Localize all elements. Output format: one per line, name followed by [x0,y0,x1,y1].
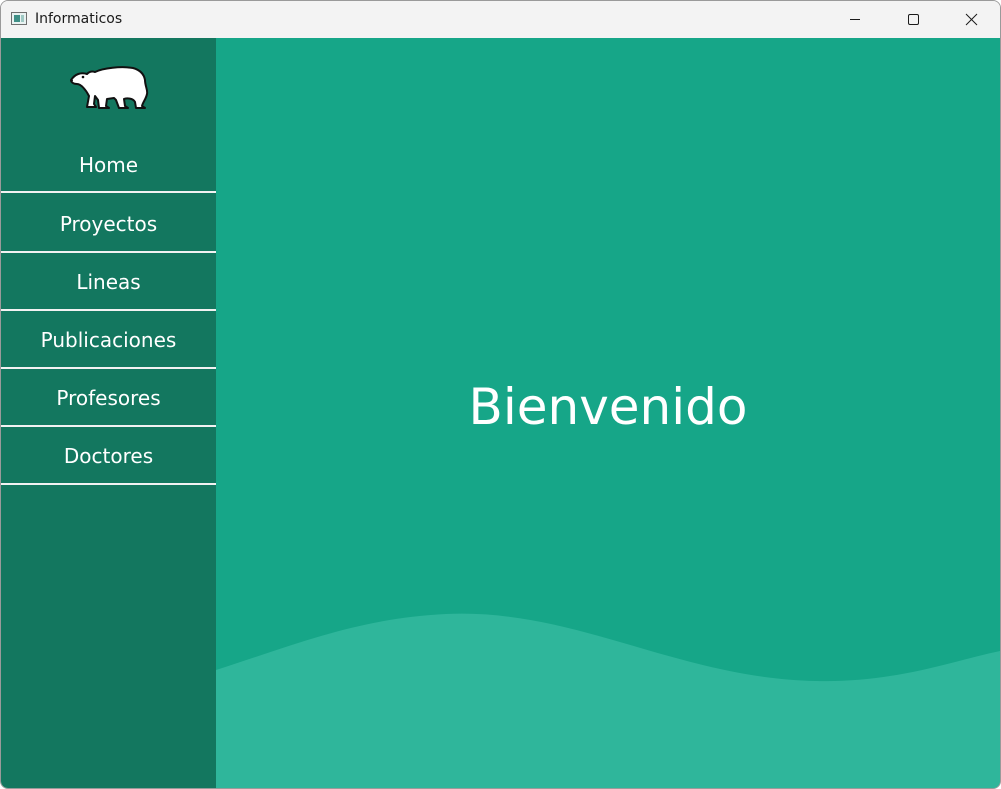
nav-item-lineas[interactable]: Lineas [1,253,216,311]
polar-bear-icon [70,66,149,109]
nav-divider [1,483,216,485]
nav-item-label: Publicaciones [40,328,177,352]
sidebar: Home Proyectos Lineas Publicaciones Prof… [1,38,216,788]
nav-item-doctores[interactable]: Doctores [1,427,216,485]
nav-item-publicaciones[interactable]: Publicaciones [1,311,216,369]
maximize-icon [908,14,919,25]
nav-item-label: Lineas [76,270,141,294]
title-bar[interactable]: Informaticos [1,1,1000,38]
minimize-icon [850,19,860,20]
nav-item-label: Home [78,153,139,177]
welcome-heading: Bienvenido [468,378,748,436]
nav-item-label: Profesores [56,386,161,410]
app-icon [11,12,27,25]
nav-item-label: Doctores [63,444,154,468]
close-icon [965,13,978,26]
minimize-button[interactable] [826,1,884,38]
close-button[interactable] [942,1,1000,38]
app-window: Informaticos Home Proyectos Lineas Publi… [0,0,1001,789]
main-content: Bienvenido [216,38,1000,788]
window-title: Informaticos [35,11,123,27]
nav-item-proyectos[interactable]: Proyectos [1,195,216,253]
nav-item-profesores[interactable]: Profesores [1,369,216,427]
nav-divider [1,191,216,193]
nav-item-home[interactable]: Home [1,136,216,194]
nav-item-label: Proyectos [59,212,158,236]
maximize-button[interactable] [884,1,942,38]
